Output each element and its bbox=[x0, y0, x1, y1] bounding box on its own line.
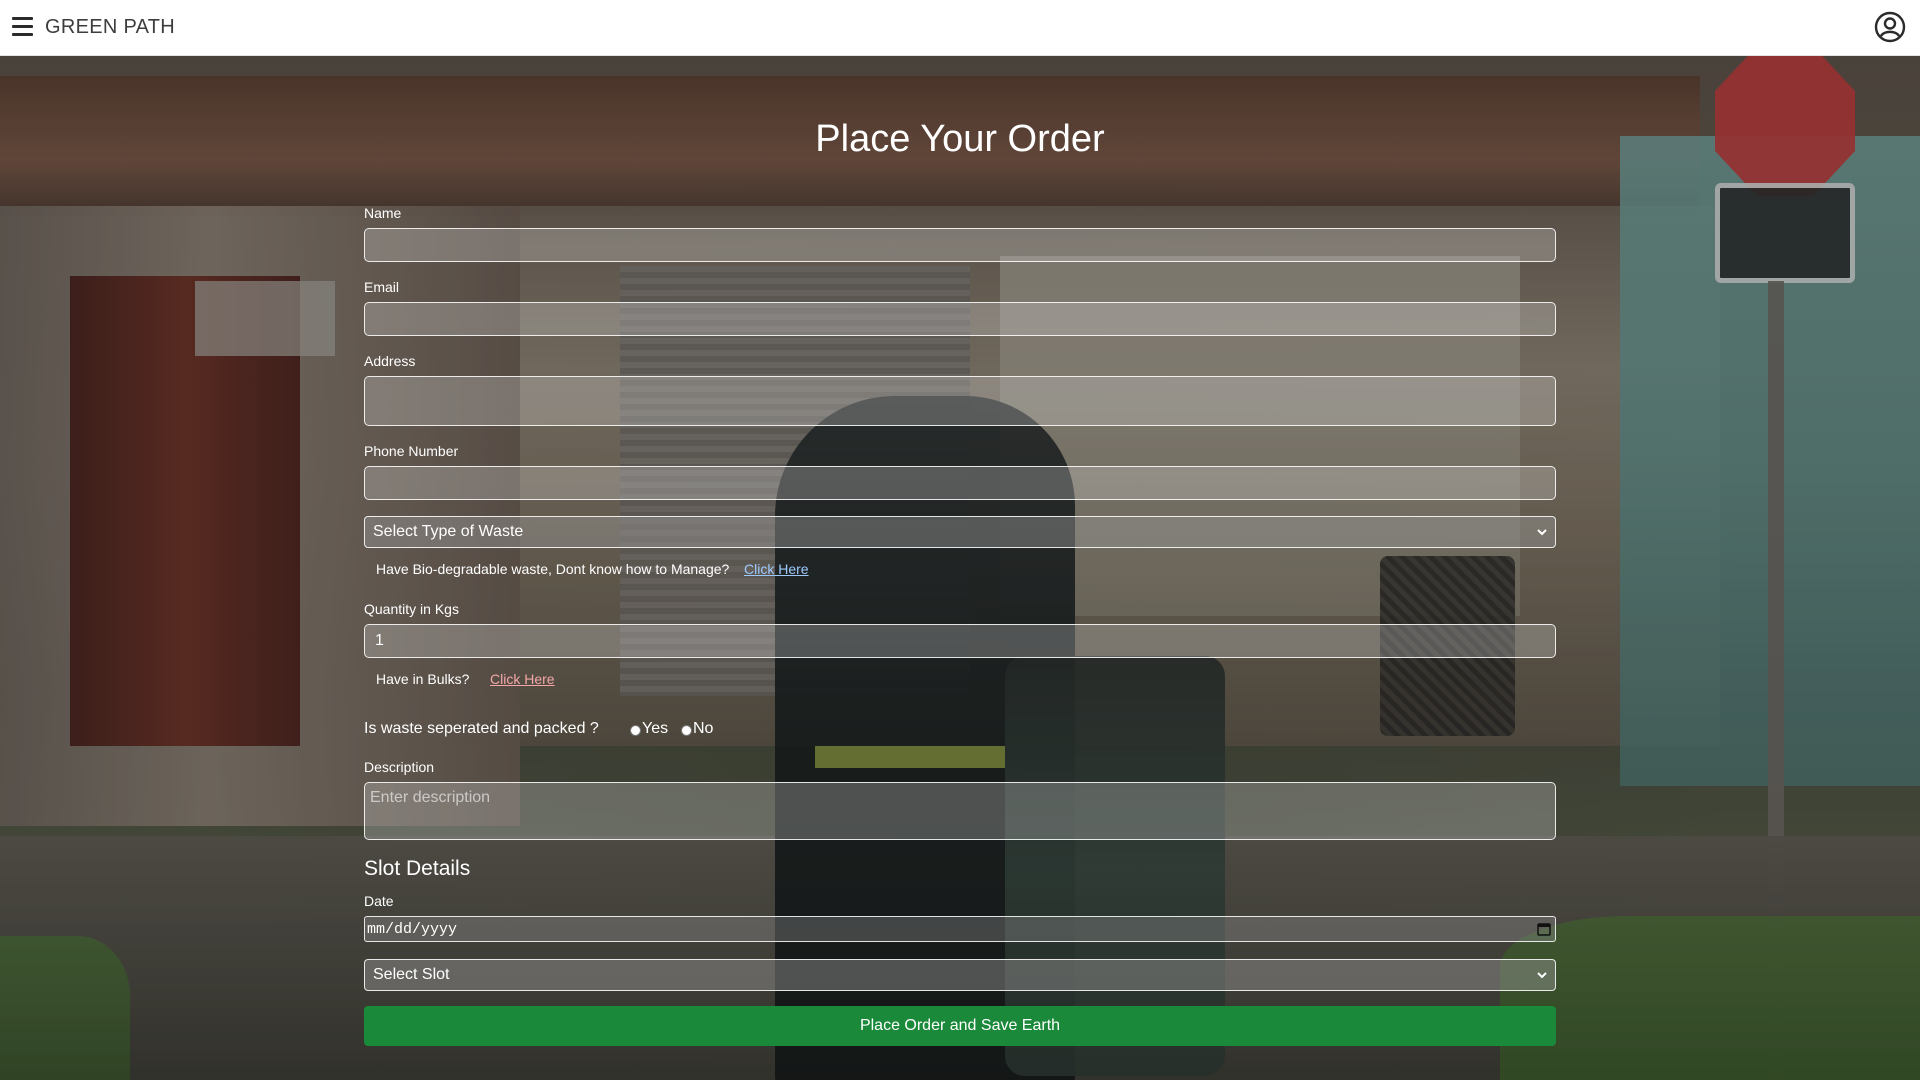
bio-waste-link[interactable]: Click Here bbox=[744, 561, 809, 577]
chevron-down-icon bbox=[1537, 529, 1547, 536]
separated-question: Is waste seperated and packed ? bbox=[364, 720, 599, 737]
name-input[interactable] bbox=[364, 228, 1556, 262]
place-order-button[interactable]: Place Order and Save Earth bbox=[364, 1006, 1556, 1046]
page-title: Place Your Order bbox=[815, 118, 1105, 160]
chevron-down-icon bbox=[1537, 972, 1547, 979]
email-label: Email bbox=[364, 279, 400, 295]
bulk-link[interactable]: Click Here bbox=[490, 671, 555, 687]
bulk-hint: Have in Bulks? bbox=[376, 671, 470, 687]
phone-input[interactable] bbox=[364, 466, 1556, 500]
date-input[interactable]: mm/dd/yyyy bbox=[364, 916, 1556, 942]
hamburger-menu-icon[interactable] bbox=[12, 17, 33, 37]
date-label: Date bbox=[364, 893, 394, 909]
slot-selected-value: Select Slot bbox=[373, 966, 450, 983]
description-textarea[interactable] bbox=[364, 782, 1556, 840]
address-textarea[interactable] bbox=[364, 376, 1556, 426]
radio-yes[interactable] bbox=[630, 725, 641, 736]
radio-no-label[interactable]: No bbox=[693, 720, 713, 738]
brand-title[interactable]: GREEN PATH bbox=[45, 16, 175, 39]
address-label: Address bbox=[364, 353, 416, 369]
quantity-input[interactable] bbox=[364, 624, 1556, 658]
user-circle-icon[interactable] bbox=[1874, 11, 1906, 43]
phone-label: Phone Number bbox=[364, 443, 459, 459]
date-placeholder: mm/dd/yyyy bbox=[367, 920, 458, 938]
email-input[interactable] bbox=[364, 302, 1556, 336]
bio-waste-hint: Have Bio-degradable waste, Dont know how… bbox=[376, 561, 730, 577]
slot-details-title: Slot Details bbox=[364, 857, 471, 880]
description-label: Description bbox=[364, 759, 435, 775]
name-label: Name bbox=[364, 205, 402, 221]
waste-type-selected-value: Select Type of Waste bbox=[373, 523, 524, 540]
waste-type-select[interactable]: Select Type of Waste bbox=[364, 516, 1556, 548]
slot-select[interactable]: Select Slot bbox=[364, 959, 1556, 991]
calendar-icon[interactable] bbox=[1537, 922, 1551, 936]
radio-yes-label[interactable]: Yes bbox=[642, 720, 668, 738]
radio-no[interactable] bbox=[681, 725, 692, 736]
quantity-label: Quantity in Kgs bbox=[364, 601, 459, 617]
top-navbar: GREEN PATH bbox=[0, 0, 1920, 56]
